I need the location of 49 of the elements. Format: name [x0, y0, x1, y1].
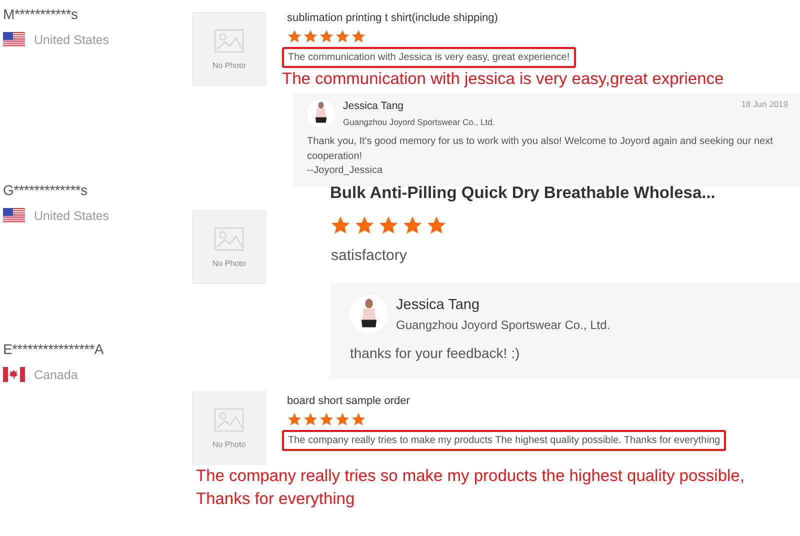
seller-name: Jessica Tang	[343, 100, 405, 112]
country-name: Canada	[34, 368, 78, 382]
image-icon	[214, 226, 244, 250]
annotation-text: Thanks for everything	[196, 489, 356, 510]
country-name: United States	[34, 208, 110, 222]
annotation-text: The company really tries so make my products the highest quality possible,	[196, 466, 746, 487]
flag-icon	[3, 208, 25, 223]
review-comment: The company really tries to make my products The highest quality possible. Thanks for everything	[282, 430, 726, 451]
buyer-name: E****************A	[3, 341, 104, 357]
star-icon	[319, 29, 334, 44]
flag-icon	[3, 367, 25, 382]
no-photo-label: No Photo	[212, 440, 246, 448]
star-icon	[335, 412, 350, 427]
star-icon	[426, 215, 447, 236]
avatar-icon	[307, 99, 335, 127]
star-icon	[351, 29, 366, 44]
company-name: Guangzhou Joyord Sportswear Co., Ltd.	[396, 318, 612, 332]
star-icon	[378, 215, 399, 236]
star-icon	[354, 215, 375, 236]
star-icon	[351, 412, 366, 427]
star-icon	[319, 412, 334, 427]
flag-icon	[3, 32, 25, 47]
review-comment: satisfactory	[330, 246, 408, 266]
star-icon	[335, 29, 350, 44]
product-title: board short sample order	[287, 395, 410, 407]
product-title: sublimation printing t shirt(include shipping)	[287, 12, 498, 24]
no-photo-label: No Photo	[212, 60, 246, 70]
star-icon	[402, 215, 423, 236]
star-icon	[303, 29, 318, 44]
reply-date: 18 Jun 2019	[741, 99, 788, 109]
star-icon	[287, 412, 302, 427]
avatar-icon	[350, 295, 388, 333]
product-title: Bulk Anti-Pilling Quick Dry Breathable Wholesa...	[330, 184, 716, 203]
review-comment: The communication with Jessica is very easy, great experience!	[282, 47, 576, 68]
seller-name: Jessica Tang	[396, 296, 481, 312]
star-icon	[287, 29, 302, 44]
reply-text: --Joyord_Jessica	[307, 164, 384, 178]
star-icon	[330, 215, 351, 236]
buyer-name: M***********s	[3, 6, 79, 22]
annotation-text: The communication with jessica is very easy,great exprience	[282, 69, 724, 90]
reply-text: Thank you, It's good memory for us to work with you also! Welcome to Joyord again and seeking our next cooperation!	[307, 135, 774, 164]
image-icon	[214, 408, 244, 432]
image-icon	[214, 28, 244, 52]
company-name: Guangzhou Joyord Sportswear Co., Ltd.	[343, 116, 496, 126]
star-icon	[303, 412, 318, 427]
reply-text: thanks for your feedback! :)	[350, 344, 521, 363]
buyer-name: G*************s	[3, 182, 88, 198]
no-photo-label: No Photo	[212, 258, 246, 268]
country-name: United States	[34, 32, 110, 46]
